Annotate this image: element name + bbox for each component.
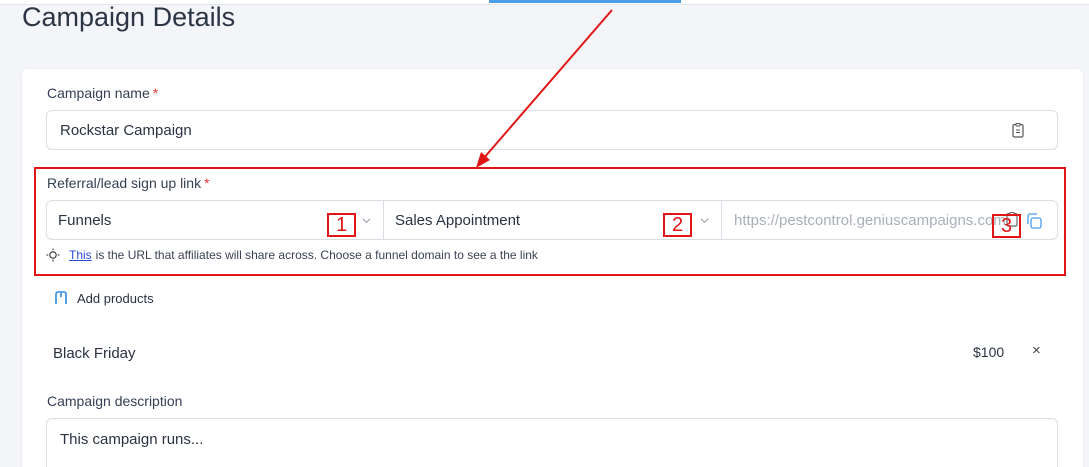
required-mark: * <box>152 85 159 101</box>
product-name: Black Friday <box>53 345 136 362</box>
annotation-label-3: 3 <box>992 214 1021 238</box>
campaign-name-label-text: Campaign name <box>47 85 150 101</box>
campaign-description-input[interactable]: This campaign runs... <box>46 418 1058 467</box>
annotation-highlight-box <box>34 167 1066 276</box>
campaign-name-value: Rockstar Campaign <box>60 121 192 139</box>
product-price: $100 <box>973 344 1005 360</box>
campaign-description-value: This campaign runs... <box>60 431 204 448</box>
top-bar-accent <box>489 0 681 3</box>
annotation-label-2: 2 <box>663 213 692 237</box>
page-title: Campaign Details <box>22 2 236 32</box>
remove-product-button[interactable]: × <box>1032 342 1041 359</box>
campaign-description-label: Campaign description <box>47 393 183 409</box>
campaign-name-input[interactable]: Rockstar Campaign <box>46 110 1058 150</box>
add-product-icon <box>55 291 67 304</box>
add-products-label: Add products <box>77 290 154 306</box>
clipboard-icon[interactable] <box>1012 123 1024 138</box>
add-products-button[interactable]: Add products <box>53 290 154 306</box>
campaign-name-label: Campaign name * <box>47 85 158 101</box>
annotation-label-1: 1 <box>327 213 356 237</box>
